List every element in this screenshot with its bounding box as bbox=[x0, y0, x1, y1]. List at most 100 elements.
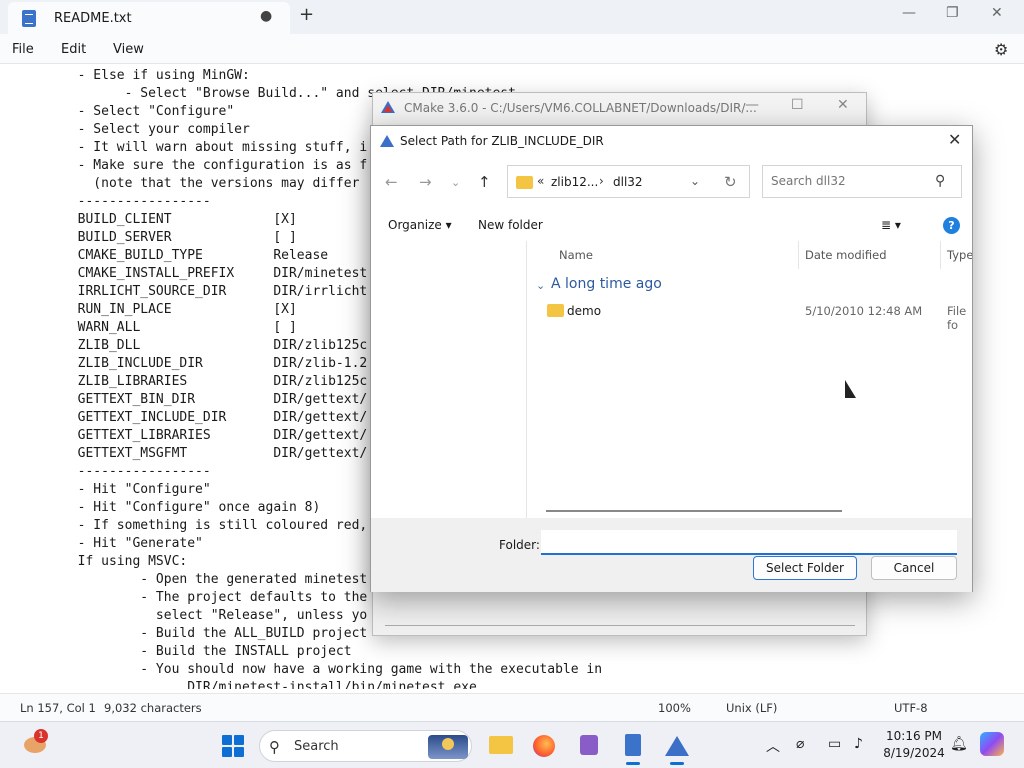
minimize-icon[interactable]: — bbox=[902, 5, 916, 21]
recent-chevron-icon[interactable]: ⌄ bbox=[451, 176, 460, 189]
text-line: CMAKE_INSTALL_PREFIX DIR/minetest bbox=[62, 266, 368, 281]
text-line: - It will warn about missing stuff, i bbox=[62, 140, 368, 155]
group-collapse-icon[interactable]: ⌄ bbox=[536, 279, 545, 292]
display-icon[interactable]: ▭ bbox=[828, 736, 841, 752]
notepad-tab[interactable]: README.txt ● bbox=[8, 2, 290, 34]
cmake-title: CMake 3.6.0 - C:/Users/VM6.COLLABNET/Dow… bbox=[404, 101, 757, 115]
text-line: - Build the ALL_BUILD project bbox=[62, 626, 368, 641]
notepad-menubar: File Edit View ⚙ bbox=[0, 34, 1024, 64]
notification-bell-icon[interactable]: 🔔︎ bbox=[950, 736, 968, 752]
text-line: select "Release", unless yo bbox=[62, 608, 368, 623]
back-arrow-icon[interactable]: ← bbox=[385, 173, 398, 191]
address-bar[interactable]: « zlib12... › dll32 ⌄ ↻ bbox=[507, 165, 750, 198]
horizontal-scrollbar[interactable] bbox=[546, 510, 842, 512]
up-arrow-icon[interactable]: ↑ bbox=[478, 173, 491, 191]
dialog-bottom-pane: Folder: bbox=[371, 518, 972, 592]
cmake-taskbar-icon[interactable] bbox=[663, 730, 691, 765]
view-options-button[interactable]: ≣ ▾ bbox=[881, 218, 901, 232]
copilot-icon[interactable] bbox=[980, 732, 1004, 756]
text-line: - Hit "Configure" once again 8) bbox=[62, 500, 321, 515]
navigation-pane[interactable] bbox=[371, 241, 527, 518]
group-header[interactable]: A long time ago bbox=[551, 276, 662, 292]
file-explorer-icon[interactable] bbox=[487, 730, 515, 760]
breadcrumb-zlib[interactable]: zlib12... bbox=[551, 175, 598, 189]
new-tab-button[interactable]: + bbox=[299, 4, 314, 25]
breadcrumb-dll32[interactable]: dll32 bbox=[613, 175, 643, 189]
chevron-down-icon[interactable]: ⌄ bbox=[690, 174, 700, 188]
text-line: - If something is still coloured red, bbox=[62, 518, 368, 533]
dialog-titlebar: Select Path for ZLIB_INCLUDE_DIR ✕ bbox=[371, 126, 972, 156]
forward-arrow-icon[interactable]: → bbox=[419, 173, 432, 191]
text-line: GETTEXT_MSGFMT DIR/gettext/ bbox=[62, 446, 368, 461]
select-folder-button[interactable]: Select Folder bbox=[753, 556, 857, 580]
unsaved-indicator-icon[interactable]: ● bbox=[260, 8, 272, 24]
help-icon[interactable]: ? bbox=[943, 217, 960, 234]
organize-button[interactable]: Organize ▾ bbox=[388, 218, 452, 232]
status-position: Ln 157, Col 1 bbox=[20, 701, 96, 715]
maximize-icon[interactable]: ❐ bbox=[946, 5, 959, 21]
cmake-close-icon[interactable]: ✕ bbox=[837, 97, 849, 113]
dialog-command-bar: Organize ▾ New folder ≣ ▾ ? bbox=[371, 210, 972, 240]
cmake-divider bbox=[385, 625, 855, 626]
network-off-icon[interactable]: ⌀ bbox=[796, 736, 804, 752]
volume-icon[interactable]: ♪ bbox=[854, 736, 863, 752]
search-input[interactable] bbox=[771, 174, 931, 188]
search-icon: ⚲ bbox=[269, 738, 280, 756]
status-chars: 9,032 characters bbox=[104, 701, 202, 715]
text-line: - Else if using MinGW: bbox=[62, 68, 250, 83]
dialog-close-icon[interactable]: ✕ bbox=[948, 130, 961, 149]
text-line: DIR/minetest-install/bin/minetest.exe bbox=[62, 680, 477, 689]
taskbar-search[interactable]: ⚲ Search bbox=[259, 730, 472, 762]
folder-search: ⚲ bbox=[762, 165, 962, 198]
column-type[interactable]: Type bbox=[947, 248, 972, 262]
folder-icon bbox=[547, 304, 564, 317]
windows-logo-pane bbox=[234, 735, 244, 745]
column-separator[interactable] bbox=[940, 241, 941, 269]
taskbar-search-label: Search bbox=[294, 739, 339, 754]
close-icon[interactable]: ✕ bbox=[991, 5, 1003, 21]
column-name[interactable]: Name bbox=[559, 248, 593, 262]
start-button[interactable] bbox=[222, 735, 244, 757]
text-line: GETTEXT_LIBRARIES DIR/gettext/ bbox=[62, 428, 368, 443]
clock-time[interactable]: 10:16 PM bbox=[886, 729, 942, 743]
cancel-button[interactable]: Cancel bbox=[871, 556, 957, 580]
gear-icon[interactable]: ⚙ bbox=[994, 40, 1008, 59]
breadcrumb-separator: › bbox=[599, 174, 604, 188]
menu-file[interactable]: File bbox=[12, 42, 34, 57]
menu-edit[interactable]: Edit bbox=[61, 42, 86, 57]
text-line: GETTEXT_INCLUDE_DIR DIR/gettext/ bbox=[62, 410, 368, 425]
column-date-modified[interactable]: Date modified bbox=[805, 248, 887, 262]
column-separator[interactable] bbox=[798, 241, 799, 269]
cmake-minimize-icon[interactable]: — bbox=[745, 97, 759, 113]
text-line: GETTEXT_BIN_DIR DIR/gettext/ bbox=[62, 392, 368, 407]
weather-widget-icon[interactable]: 1 bbox=[20, 729, 48, 759]
firefox-icon[interactable] bbox=[530, 730, 558, 760]
folder-input[interactable] bbox=[541, 530, 957, 555]
text-line: ZLIB_LIBRARIES DIR/zlib125c bbox=[62, 374, 368, 389]
text-line: BUILD_CLIENT [X] bbox=[62, 212, 297, 227]
new-folder-button[interactable]: New folder bbox=[478, 218, 543, 232]
breadcrumb-overflow[interactable]: « bbox=[537, 174, 544, 188]
windows-logo-pane bbox=[222, 747, 232, 757]
list-item[interactable]: demo 5/10/2010 12:48 AM File fo bbox=[541, 299, 972, 332]
text-line: - The project defaults to the bbox=[62, 590, 368, 605]
windows-logo-pane bbox=[222, 735, 232, 745]
text-line: - Open the generated minetest bbox=[62, 572, 368, 587]
text-line: - Make sure the configuration is as f bbox=[62, 158, 368, 173]
text-line: RUN_IN_PLACE [X] bbox=[62, 302, 297, 317]
status-eol: Unix (LF) bbox=[726, 701, 778, 715]
notification-badge: 1 bbox=[34, 729, 48, 743]
text-line: IRRLICHT_SOURCE_DIR DIR/irrlicht bbox=[62, 284, 368, 299]
chevron-up-icon[interactable]: ︿ bbox=[766, 736, 780, 756]
clock-date[interactable]: 8/19/2024 bbox=[882, 746, 946, 760]
media-app-icon[interactable] bbox=[575, 730, 603, 760]
cmake-titlebar: CMake 3.6.0 - C:/Users/VM6.COLLABNET/Dow… bbox=[373, 93, 866, 123]
status-zoom: 100% bbox=[658, 701, 691, 715]
refresh-icon[interactable]: ↻ bbox=[724, 173, 737, 191]
text-line: - Hit "Generate" bbox=[62, 536, 203, 551]
tab-title: README.txt bbox=[54, 11, 132, 26]
text-line: WARN_ALL [ ] bbox=[62, 320, 297, 335]
notepad-taskbar-icon[interactable] bbox=[619, 730, 647, 765]
menu-view[interactable]: View bbox=[113, 42, 144, 57]
cmake-maximize-icon[interactable]: ☐ bbox=[791, 97, 804, 113]
